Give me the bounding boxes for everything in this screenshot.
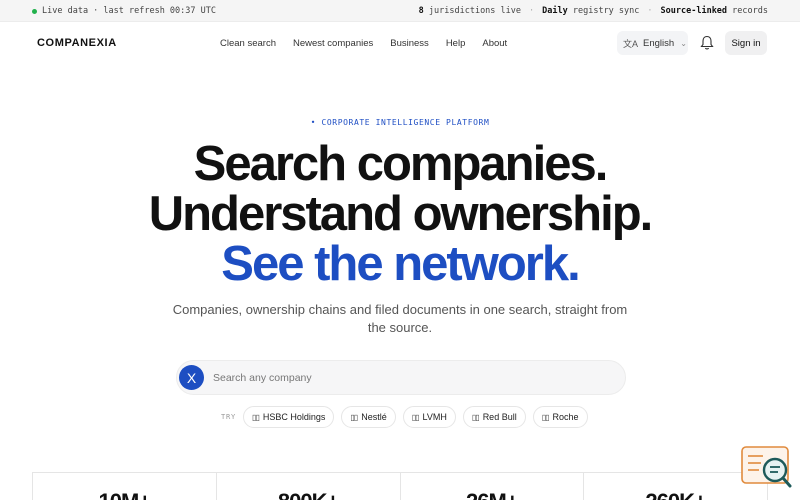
chip-label: Roche <box>552 412 579 422</box>
stat-officers: 800K+ <box>217 473 401 500</box>
logo[interactable]: COMPANEXIA <box>37 37 117 49</box>
building-icon: ▯▯ <box>411 412 420 422</box>
separator: · <box>529 6 535 16</box>
suggestion-chip-nestle[interactable]: ▯▯ Nestlé <box>341 406 396 428</box>
building-icon: ▯▯ <box>252 412 260 422</box>
hero-headline: Search companies. Understand ownership. … <box>0 139 800 289</box>
translate-icon: 文A <box>623 38 639 49</box>
chip-label: Red Bull <box>482 412 517 422</box>
sign-in-button[interactable]: Sign in <box>725 31 767 55</box>
nav-link-help[interactable]: Help <box>446 38 466 49</box>
nav-link-about[interactable]: About <box>482 38 507 49</box>
suggestion-chip-hsbc[interactable]: ▯▯ HSBC Holdings <box>243 406 335 428</box>
search-chat-icon[interactable] <box>741 445 793 490</box>
language-label: English <box>643 37 675 49</box>
records-status: Source-linked records <box>660 6 768 16</box>
try-label: TRY <box>221 413 237 421</box>
chip-label: HSBC Holdings <box>262 412 326 422</box>
nav-link-clean-search[interactable]: Clean search <box>220 38 276 49</box>
nav-link-business[interactable]: Business <box>390 38 429 49</box>
bell-icon[interactable] <box>700 35 714 51</box>
headline-line-3: See the network. <box>221 237 580 291</box>
eyebrow-label: • CORPORATE INTELLIGENCE PLATFORM <box>310 118 490 127</box>
nav-links: Clean search Newest companies Business H… <box>220 38 524 49</box>
stats-row: 10M+ 800K+ 26M+ 260K+ <box>32 472 768 500</box>
separator: · <box>647 6 653 16</box>
sync-status: Daily registry sync <box>542 6 640 16</box>
search-logo-badge: X <box>179 365 204 390</box>
building-icon: ▯▯ <box>471 412 480 422</box>
building-icon: ▯▯ <box>541 412 550 422</box>
top-nav: COMPANEXIA Clean search Newest companies… <box>0 22 800 64</box>
building-icon: ▯▯ <box>350 412 358 422</box>
live-status-text: Live data · last refresh 00:37 UTC <box>42 6 216 16</box>
nav-link-newest-companies[interactable]: Newest companies <box>293 38 373 49</box>
chevron-down-icon: ⌄ <box>680 38 687 48</box>
headline-line-2: Understand ownership. <box>148 187 654 241</box>
status-bar: Live data · last refresh 00:37 UTC 8 jur… <box>0 0 800 22</box>
stat-companies: 10M+ <box>33 473 217 500</box>
suggestion-chip-lvmh[interactable]: ▯▯ LVMH <box>402 406 456 428</box>
headline-line-1: Search companies. <box>193 137 609 191</box>
live-dot-icon <box>32 8 37 14</box>
live-status: Live data · last refresh 00:37 UTC <box>32 6 216 16</box>
hero-subtitle: Companies, ownership chains and filed do… <box>172 302 628 335</box>
search-input[interactable] <box>213 370 603 386</box>
chip-label: LVMH <box>422 412 447 422</box>
suggestion-chip-roche[interactable]: ▯▯ Roche <box>532 406 588 428</box>
stat-documents: 26M+ <box>401 473 585 500</box>
search-bar[interactable]: X <box>176 360 626 395</box>
language-selector[interactable]: 文A English ⌄ <box>617 31 688 55</box>
jurisdictions-status: 8 jurisdictions live <box>418 6 522 16</box>
stat-groups: 260K+ <box>584 473 767 500</box>
chip-label: Nestlé <box>361 412 387 422</box>
try-suggestions: TRY ▯▯ HSBC Holdings ▯▯ Nestlé ▯▯ LVMH ▯… <box>221 406 595 428</box>
status-stats: 8 jurisdictions live · Daily registry sy… <box>419 6 768 16</box>
suggestion-chip-red-bull[interactable]: ▯▯ Red Bull <box>462 406 526 428</box>
